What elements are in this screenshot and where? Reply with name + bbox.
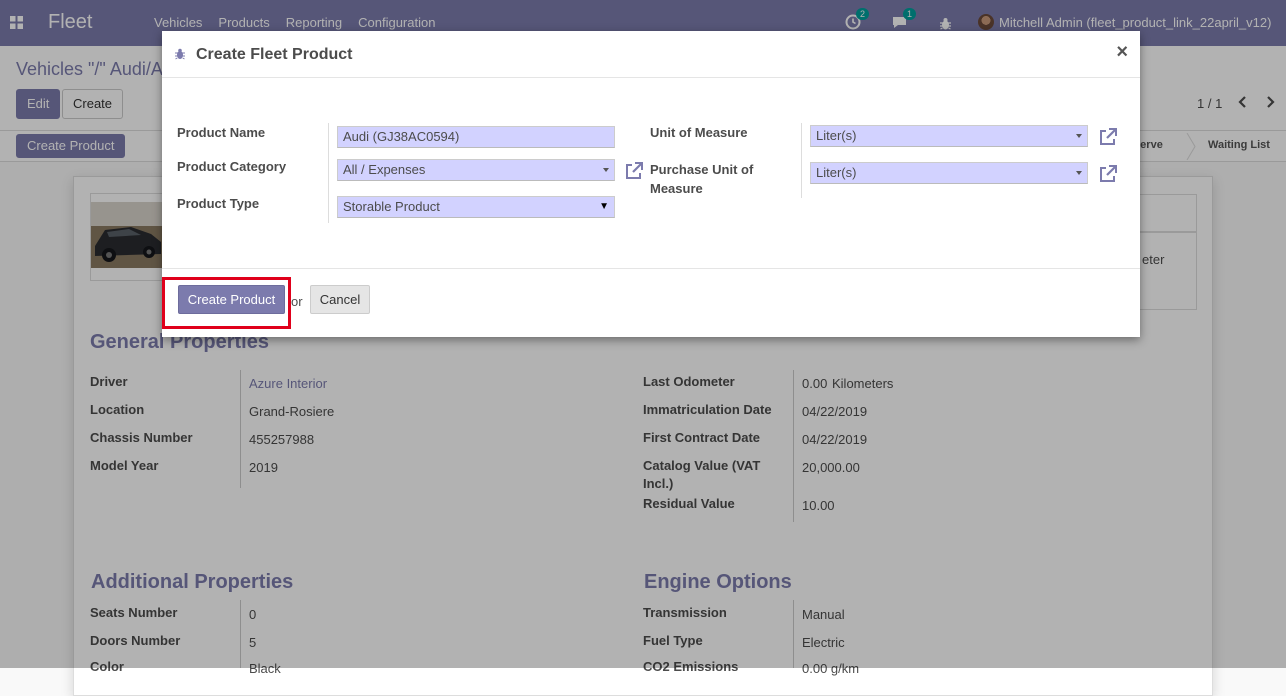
modal-title: Create Fleet Product (196, 46, 353, 63)
modal-left-separator (328, 123, 329, 223)
purchase-unit-of-measure-label: Purchase Unit of Measure (650, 162, 754, 196)
product-category-select[interactable]: All / Expenses (337, 159, 615, 181)
modal-header: Create Fleet Product × (162, 31, 1140, 78)
product-type-select[interactable]: Storable Product ▼ (337, 196, 615, 218)
chevron-down-icon (1076, 171, 1082, 175)
unit-of-measure-value: Liter(s) (816, 128, 857, 143)
external-link-icon[interactable] (1098, 127, 1118, 147)
product-type-label: Product Type (177, 196, 260, 211)
external-link-icon[interactable] (1098, 164, 1118, 184)
modal-right-separator (801, 123, 802, 198)
purchase-unit-of-measure-select[interactable]: Liter(s) (810, 162, 1088, 184)
cancel-button[interactable]: Cancel (310, 285, 370, 314)
product-category-value: All / Expenses (343, 162, 426, 177)
product-name-input[interactable]: Audi (GJ38AC0594) (337, 126, 615, 148)
debug-bug-icon[interactable] (174, 48, 186, 60)
unit-of-measure-label: Unit of Measure (650, 125, 748, 140)
product-name-value: Audi (GJ38AC0594) (343, 129, 460, 144)
modal-footer: Create Product or Cancel (162, 268, 1140, 337)
close-icon[interactable]: × (1116, 42, 1128, 62)
or-text: or (291, 294, 303, 309)
unit-of-measure-select[interactable]: Liter(s) (810, 125, 1088, 147)
product-category-label: Product Category (177, 159, 287, 174)
chevron-down-icon (1076, 134, 1082, 138)
product-name-label: Product Name (177, 125, 266, 140)
create-fleet-product-dialog: Create Fleet Product × Product Name Audi… (162, 31, 1140, 337)
triangle-down-icon: ▼ (599, 201, 609, 212)
chevron-down-icon (603, 168, 609, 172)
product-type-value: Storable Product (343, 199, 440, 214)
purchase-unit-of-measure-value: Liter(s) (816, 165, 857, 180)
external-link-icon[interactable] (624, 161, 644, 181)
create-product-button[interactable]: Create Product (178, 285, 285, 314)
